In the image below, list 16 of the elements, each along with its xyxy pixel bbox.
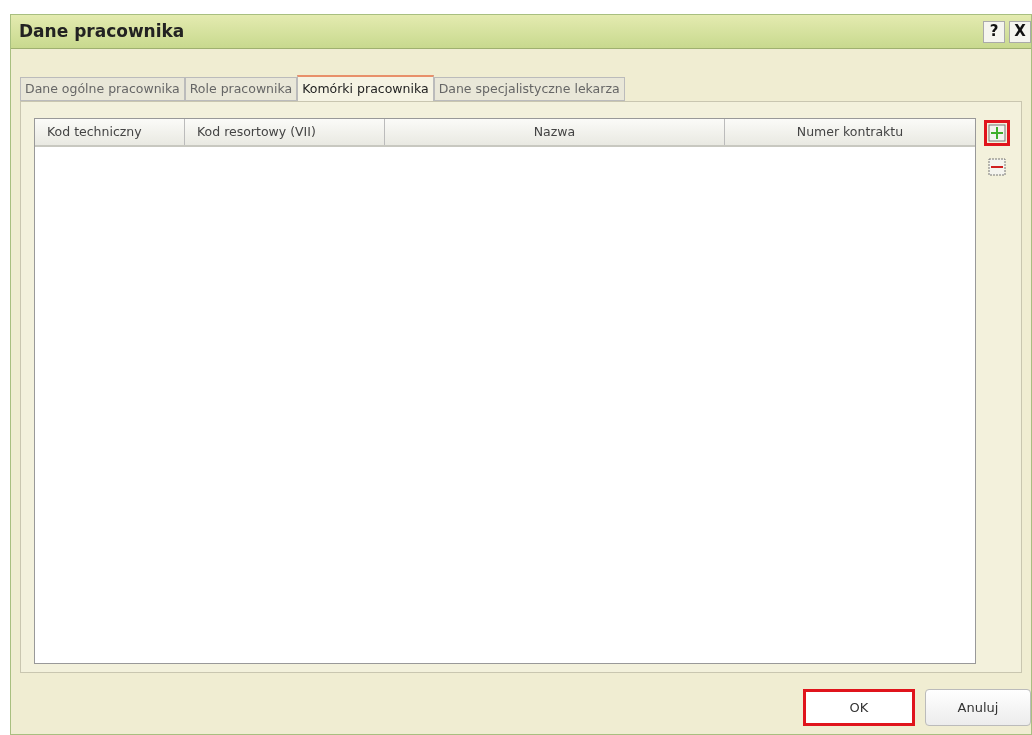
title-bar-button[interactable]: X (1009, 20, 1031, 43)
column-header[interactable]: Nazwa (385, 119, 725, 145)
title-bar-button[interactable]: ? (983, 20, 1005, 43)
dialog-button[interactable]: OK (803, 689, 915, 726)
add-button[interactable] (984, 120, 1010, 146)
tab[interactable]: Dane specjalistyczne lekarza (433, 77, 625, 101)
column-header[interactable]: Kod techniczny (35, 119, 185, 145)
column-header[interactable]: Kod resortowy (VII) (185, 119, 385, 145)
remove-icon (988, 158, 1006, 176)
window-title: Dane pracownika (19, 19, 185, 43)
tab[interactable]: Komórki pracownika (297, 75, 434, 101)
add-icon (988, 124, 1006, 142)
column-header[interactable]: Numer kontraktu (725, 119, 975, 145)
tab[interactable]: Dane ogólne pracownika (20, 77, 185, 101)
dialog-button[interactable]: Anuluj (925, 689, 1031, 726)
tab[interactable]: Role pracownika (184, 77, 298, 101)
